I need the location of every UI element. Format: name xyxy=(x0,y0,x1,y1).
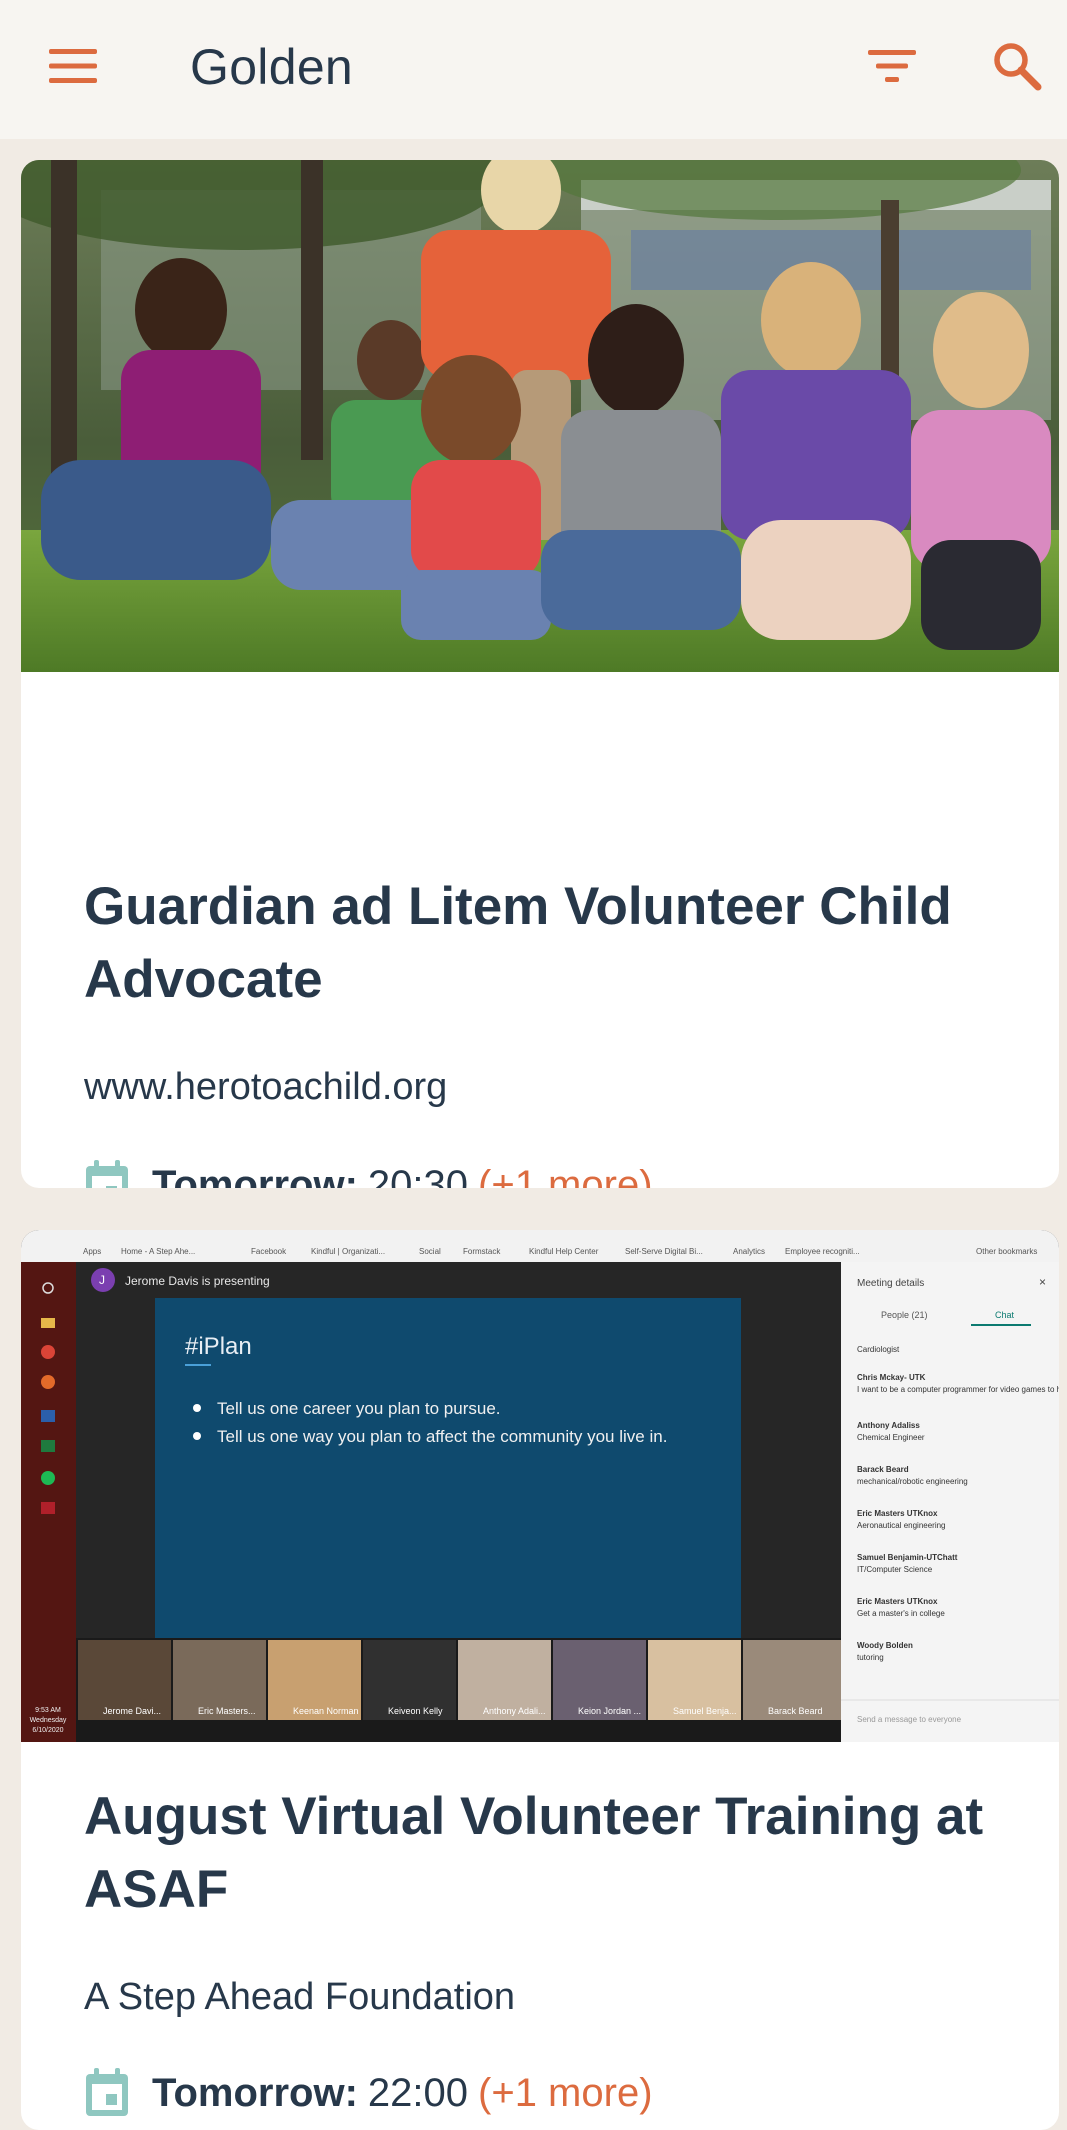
event-datetime: Tomorrow: 22:00 (+1 more) xyxy=(84,2065,653,2121)
participant-name: Eric Masters... xyxy=(198,1706,256,1716)
event-image: Apps Home - A Step Ahe... Facebook Kindf… xyxy=(21,1230,1059,1742)
video-call-screenshot: Apps Home - A Step Ahe... Facebook Kindf… xyxy=(21,1230,1059,1742)
calendar-icon xyxy=(86,2068,128,2116)
panel-title: Meeting details xyxy=(857,1278,924,1289)
event-title: August Virtual Volunteer Training at ASA… xyxy=(84,1787,984,1919)
event-time: 22:00 xyxy=(367,2070,469,2115)
chat-text: Chemical Engineer xyxy=(857,1433,925,1442)
svg-text:J: J xyxy=(99,1273,105,1287)
taskbar-time: 9:53 AM xyxy=(35,1707,61,1714)
calendar-icon xyxy=(86,1160,128,1188)
search-icon xyxy=(994,43,1042,91)
taskbar-day: Wednesday xyxy=(30,1717,67,1724)
presenter-bar: Jerome Davis is presenting xyxy=(125,1274,270,1288)
app-bar: Golden xyxy=(0,0,1067,139)
event-organization: www.herotoachild.org xyxy=(84,1066,448,1108)
chat-name: Barack Beard xyxy=(857,1465,909,1474)
participant-name: Keenan Norman xyxy=(293,1706,359,1716)
chat-text: Cardiologist xyxy=(857,1345,900,1354)
bookmark-item: Facebook xyxy=(251,1247,287,1256)
svg-text:×: × xyxy=(1039,1275,1046,1289)
panel-tab-chat: Chat xyxy=(995,1310,1015,1320)
search-button[interactable] xyxy=(985,34,1049,98)
menu-button[interactable] xyxy=(36,36,110,96)
event-image xyxy=(21,160,1059,672)
chat-text: IT/Computer Science xyxy=(857,1565,933,1574)
more-dates-link[interactable]: (+1 more) xyxy=(478,1163,653,1189)
bookmark-item: Social xyxy=(419,1247,441,1256)
bookmark-item: Apps xyxy=(83,1247,101,1256)
filter-button[interactable] xyxy=(860,36,924,96)
bookmark-item: Other bookmarks xyxy=(976,1247,1037,1256)
event-card[interactable]: Guardian ad Litem Volunteer Child Advoca… xyxy=(21,160,1059,1188)
app-title: Golden xyxy=(190,39,354,95)
event-organization: A Step Ahead Foundation xyxy=(84,1976,516,2018)
participant-name: Samuel Benja... xyxy=(673,1706,737,1716)
more-dates-link[interactable]: (+1 more) xyxy=(478,2071,653,2116)
when-label: Tomorrow: xyxy=(152,1162,358,1189)
chat-name: Eric Masters UTKnox xyxy=(857,1509,938,1518)
chat-text: mechanical/robotic engineering xyxy=(857,1477,968,1486)
panel-tab-people: People (21) xyxy=(881,1310,928,1320)
chat-name: Samuel Benjamin-UTChatt xyxy=(857,1553,958,1562)
bookmark-item: Kindful Help Center xyxy=(529,1247,599,1256)
bookmark-item: Self-Serve Digital Bi... xyxy=(625,1247,703,1256)
menu-icon xyxy=(49,49,97,83)
chat-text: Aeronautical engineering xyxy=(857,1521,946,1530)
slide-bullet: Tell us one career you plan to pursue. xyxy=(217,1399,501,1418)
participant-name: Keion Jordan ... xyxy=(578,1706,641,1716)
chat-text: tutoring xyxy=(857,1653,884,1662)
bookmark-item: Formstack xyxy=(463,1247,501,1256)
participant-name: Jerome Davi... xyxy=(103,1706,161,1716)
event-title: Guardian ad Litem Volunteer Child Advoca… xyxy=(84,877,952,1009)
slide-title: #iPlan xyxy=(185,1333,252,1360)
filter-icon xyxy=(868,50,916,82)
event-datetime: Tomorrow: 20:30 (+1 more) xyxy=(84,1157,653,1188)
chat-name: Chris Mckay- UTK xyxy=(857,1373,926,1382)
event-card[interactable]: Apps Home - A Step Ahe... Facebook Kindf… xyxy=(21,1230,1059,2130)
chat-input-placeholder: Send a message to everyone xyxy=(857,1715,962,1724)
chat-text: Get a master's in college xyxy=(857,1609,945,1618)
chat-text: I want to be a computer programmer for v… xyxy=(857,1385,1059,1394)
bookmark-item: Home - A Step Ahe... xyxy=(121,1247,195,1256)
slide-bullet: Tell us one way you plan to affect the c… xyxy=(217,1427,667,1446)
participant-name: Keiveon Kelly xyxy=(388,1706,443,1716)
chat-name: Eric Masters UTKnox xyxy=(857,1597,938,1606)
children-group-photo xyxy=(21,160,1059,672)
bookmark-item: Employee recogniti... xyxy=(785,1247,860,1256)
participant-name: Anthony Adali... xyxy=(483,1706,546,1716)
taskbar-date: 6/10/2020 xyxy=(32,1727,63,1734)
chat-name: Anthony Adaliss xyxy=(857,1421,920,1430)
participant-name: Barack Beard xyxy=(768,1706,823,1716)
bookmark-item: Analytics xyxy=(733,1247,765,1256)
bookmark-item: Kindful | Organizati... xyxy=(311,1247,385,1256)
when-label: Tomorrow: xyxy=(152,2070,358,2115)
chat-name: Woody Bolden xyxy=(857,1641,913,1650)
event-time: 20:30 xyxy=(367,1162,469,1189)
